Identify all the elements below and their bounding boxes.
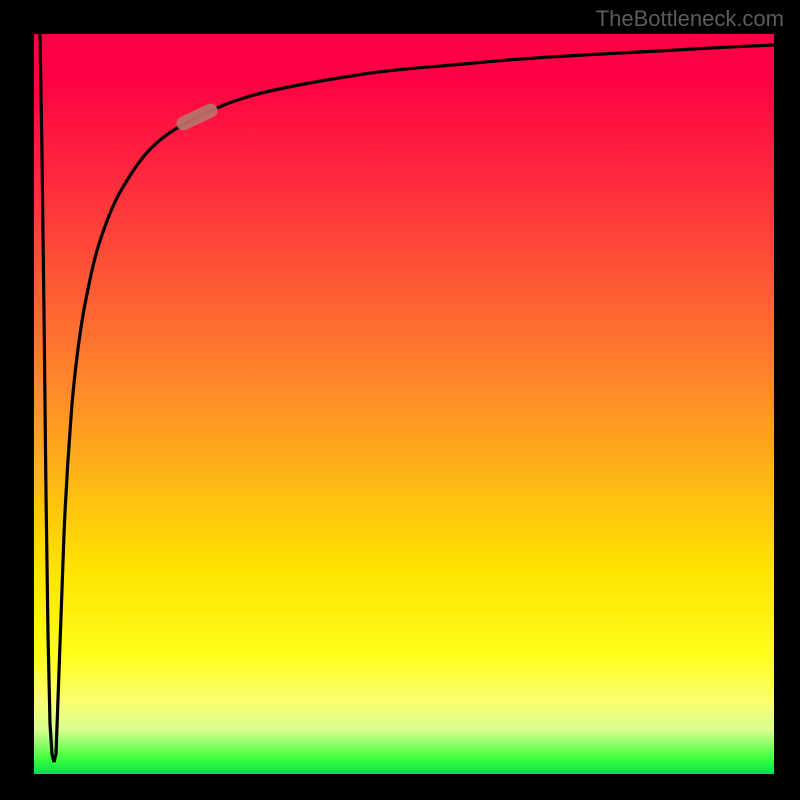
- plot-area: [34, 34, 774, 774]
- bottleneck-curve: [40, 34, 774, 762]
- watermark-text: TheBottleneck.com: [596, 6, 784, 32]
- chart-frame: TheBottleneck.com: [0, 0, 800, 800]
- curve-layer: [34, 34, 774, 774]
